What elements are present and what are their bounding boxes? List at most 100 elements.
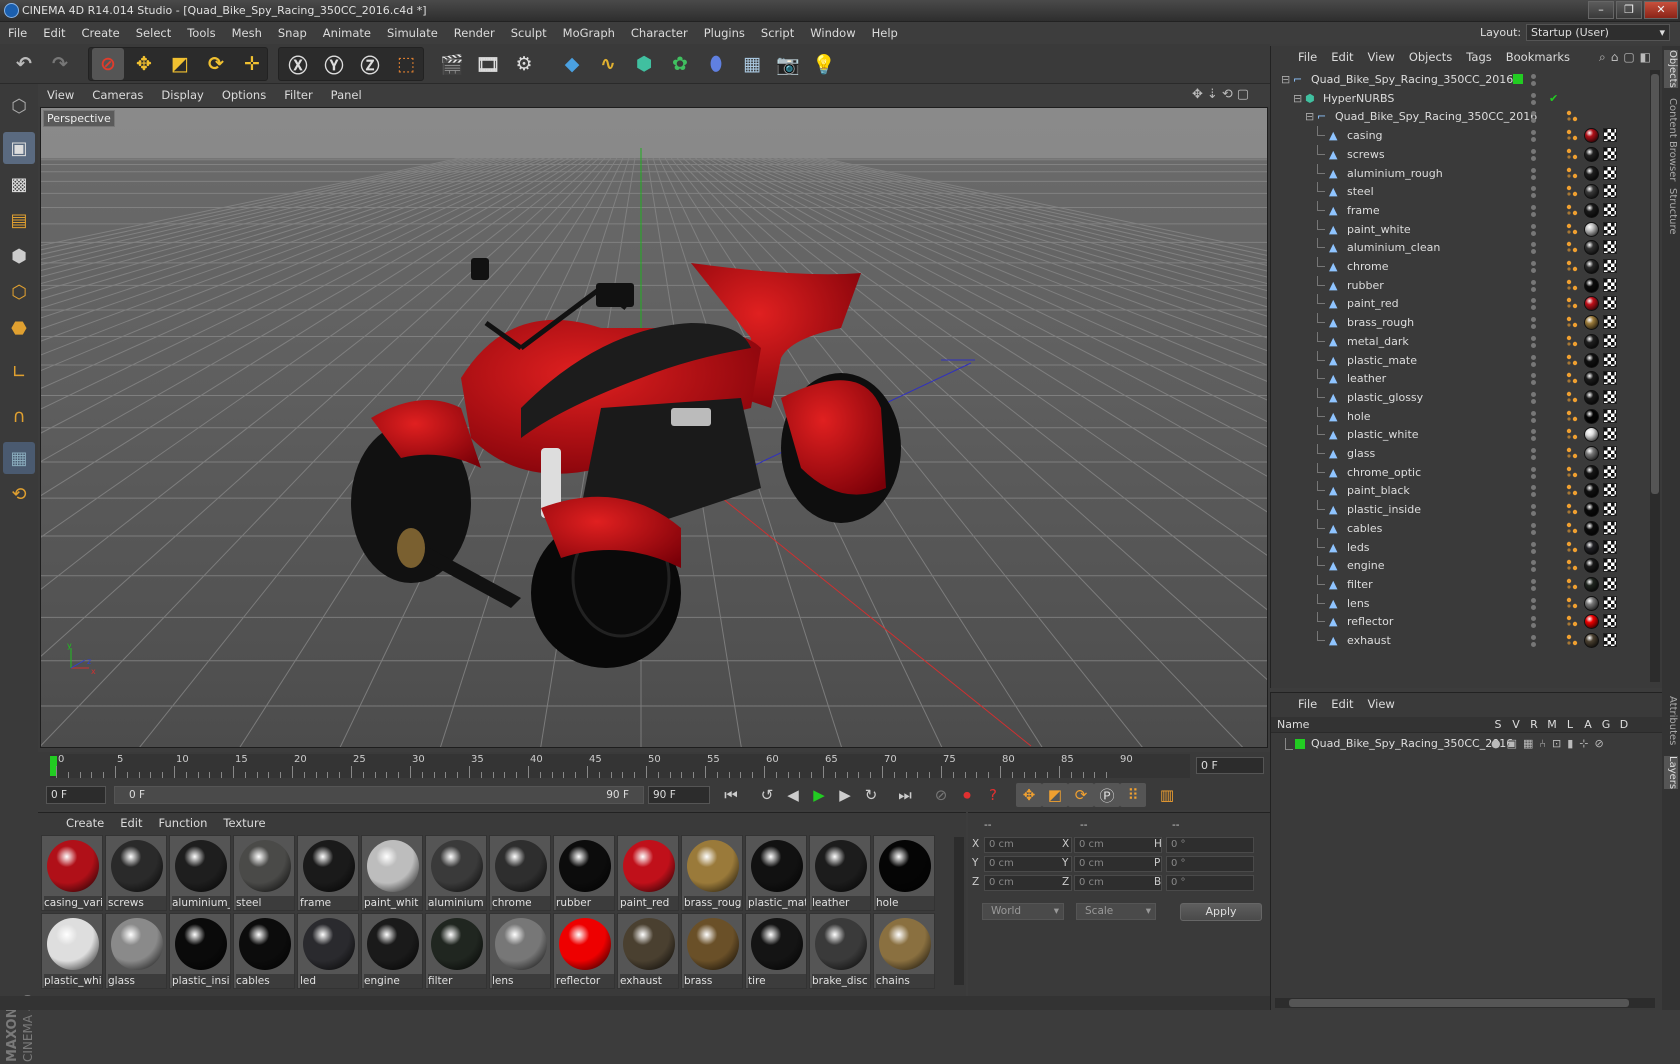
- object-name[interactable]: filter: [1347, 575, 1373, 595]
- object-name[interactable]: brass_rough: [1347, 313, 1414, 333]
- menu-file[interactable]: File: [0, 26, 35, 40]
- material-tag-icon[interactable]: [1584, 315, 1599, 331]
- phong-tag-icon[interactable]: [1565, 409, 1579, 423]
- undo-icon[interactable]: ↶: [8, 48, 40, 80]
- uvw-tag-icon[interactable]: [1603, 446, 1617, 460]
- texture-mode-icon[interactable]: ▩: [3, 168, 35, 200]
- material-swatch-plastic-insi[interactable]: plastic_insi: [169, 913, 231, 989]
- material-tag-icon[interactable]: [1584, 165, 1599, 181]
- visibility-dots[interactable]: [1531, 335, 1545, 348]
- material-menu-edit[interactable]: Edit: [112, 816, 150, 830]
- uvw-tag-icon[interactable]: [1603, 221, 1617, 236]
- uvw-tag-icon[interactable]: [1603, 614, 1617, 629]
- keyframe-selection-icon[interactable]: ?: [980, 783, 1006, 807]
- material-swatch-tire[interactable]: tire: [745, 913, 807, 989]
- layer-column-l[interactable]: L: [1561, 718, 1579, 731]
- expand-toggle-icon[interactable]: ⊟: [1293, 89, 1302, 109]
- uvw-tag-icon[interactable]: [1603, 128, 1617, 143]
- menu-sculpt[interactable]: Sculpt: [503, 26, 555, 40]
- timeline-window-icon[interactable]: ▥: [1154, 783, 1180, 807]
- phong-tag-icon[interactable]: [1565, 596, 1579, 610]
- material-swatch-cables[interactable]: cables: [233, 913, 295, 989]
- material-swatch-screws[interactable]: screws: [105, 835, 167, 911]
- uvw-tag-icon[interactable]: [1603, 202, 1617, 217]
- deformer-icon[interactable]: ⬮: [700, 48, 732, 80]
- material-swatch-plastic-mat[interactable]: plastic_mat: [745, 835, 807, 911]
- prev-frame-icon[interactable]: ◀: [780, 783, 806, 807]
- key-pla-icon[interactable]: ⠿: [1120, 783, 1146, 807]
- object-name[interactable]: steel: [1347, 182, 1374, 202]
- object-name[interactable]: aluminium_rough: [1347, 164, 1443, 184]
- material-swatch-exhaust[interactable]: exhaust: [617, 913, 679, 989]
- layer-column-g[interactable]: G: [1597, 718, 1615, 731]
- render-picture-viewer-icon[interactable]: 🎞: [472, 48, 504, 80]
- material-menu-function[interactable]: Function: [151, 816, 216, 830]
- material-swatch-brake-disc[interactable]: brake_disc: [809, 913, 871, 989]
- phong-tag-icon[interactable]: [1565, 427, 1579, 441]
- coordinate-space-select[interactable]: World ▾: [982, 903, 1064, 920]
- object-group[interactable]: ⊟ ⌐ Quad_Bike_Spy_Racing_350CC_2016: [1273, 107, 1649, 127]
- uvw-tag-icon[interactable]: [1603, 464, 1617, 479]
- material-swatch-brass[interactable]: brass: [681, 913, 743, 989]
- phong-tag-icon[interactable]: [1565, 633, 1579, 647]
- camera-icon[interactable]: 📷: [772, 48, 804, 80]
- polygons-mode-icon[interactable]: ⬣: [3, 312, 35, 344]
- material-tag-icon[interactable]: [1584, 446, 1599, 461]
- uvw-tag-icon[interactable]: [1603, 502, 1617, 517]
- menu-snap[interactable]: Snap: [270, 26, 315, 40]
- visibility-dots[interactable]: [1531, 448, 1545, 460]
- make-editable-icon[interactable]: ⬡: [3, 90, 35, 122]
- object-leds[interactable]: ▲ leds: [1273, 537, 1649, 558]
- viewport-camera-label[interactable]: Perspective: [43, 110, 115, 127]
- auto-key-icon[interactable]: ⏺: [954, 783, 980, 807]
- material-tag-icon[interactable]: [1584, 221, 1599, 237]
- uvw-tag-icon[interactable]: [1603, 558, 1617, 573]
- phong-tag-icon[interactable]: [1565, 334, 1579, 348]
- uvw-tag-icon[interactable]: [1603, 146, 1617, 161]
- object-exhaust[interactable]: ▲ exhaust: [1273, 631, 1649, 651]
- visibility-dots[interactable]: [1531, 522, 1545, 535]
- object-plastic-mate[interactable]: ▲ plastic_mate: [1273, 350, 1649, 371]
- menu-animate[interactable]: Animate: [315, 26, 379, 40]
- phong-tag-icon[interactable]: [1565, 614, 1579, 628]
- phong-tag-icon[interactable]: [1565, 128, 1579, 142]
- next-key-icon[interactable]: ↻: [858, 783, 884, 807]
- uvw-tag-icon[interactable]: [1603, 371, 1617, 386]
- menu-edit[interactable]: Edit: [35, 26, 73, 40]
- object-brass-rough[interactable]: ▲ brass_rough: [1273, 313, 1649, 333]
- menu-mesh[interactable]: Mesh: [224, 26, 270, 40]
- material-swatch-brass-roug[interactable]: brass_roug: [681, 835, 743, 911]
- material-tag-icon[interactable]: [1584, 389, 1599, 405]
- object-glass[interactable]: ▲ glass: [1273, 444, 1649, 464]
- visibility-dots[interactable]: [1531, 410, 1545, 423]
- preview-range-slider[interactable]: 0 F 90 F: [114, 786, 644, 804]
- timeline-ruler[interactable]: 0 5 10 15 20 25 30 35 40 45 50 55 60 65 70 75 80 85 90: [50, 754, 1190, 778]
- material-swatch-frame[interactable]: frame: [297, 835, 359, 911]
- uvw-tag-icon[interactable]: [1603, 483, 1617, 498]
- layer-menu-view[interactable]: View: [1361, 697, 1402, 711]
- viewport-menu-cameras[interactable]: Cameras: [83, 88, 152, 102]
- phong-tag-icon[interactable]: [1565, 502, 1579, 516]
- object-filter[interactable]: ▲ filter: [1273, 574, 1649, 595]
- object-menu-view[interactable]: View: [1361, 50, 1402, 64]
- visibility-dots[interactable]: [1531, 148, 1545, 161]
- redo-icon[interactable]: ↷: [44, 48, 76, 80]
- visibility-dots[interactable]: [1531, 373, 1545, 386]
- prev-key-icon[interactable]: ↺: [754, 783, 780, 807]
- material-tag-icon[interactable]: [1584, 296, 1599, 312]
- goto-end-icon[interactable]: ⏭: [892, 783, 918, 807]
- material-swatch-glass[interactable]: glass: [105, 913, 167, 989]
- scale-tool-icon[interactable]: ◩: [164, 48, 196, 80]
- phong-tag-icon[interactable]: [1565, 521, 1579, 535]
- object-name[interactable]: Quad_Bike_Spy_Racing_350CC_2016: [1311, 70, 1513, 90]
- array-icon[interactable]: ✿: [664, 48, 696, 80]
- uvw-tag-icon[interactable]: [1603, 333, 1617, 348]
- layer-menu-edit[interactable]: Edit: [1324, 697, 1360, 711]
- object-chrome[interactable]: ▲ chrome: [1273, 257, 1649, 277]
- viewport-menu-display[interactable]: Display: [152, 88, 212, 102]
- maximize-button[interactable]: ❐: [1616, 1, 1642, 19]
- visibility-dots[interactable]: [1531, 635, 1545, 647]
- next-frame-icon[interactable]: ▶: [832, 783, 858, 807]
- phong-tag-icon[interactable]: [1565, 222, 1579, 236]
- object-steel[interactable]: ▲ steel: [1273, 182, 1649, 202]
